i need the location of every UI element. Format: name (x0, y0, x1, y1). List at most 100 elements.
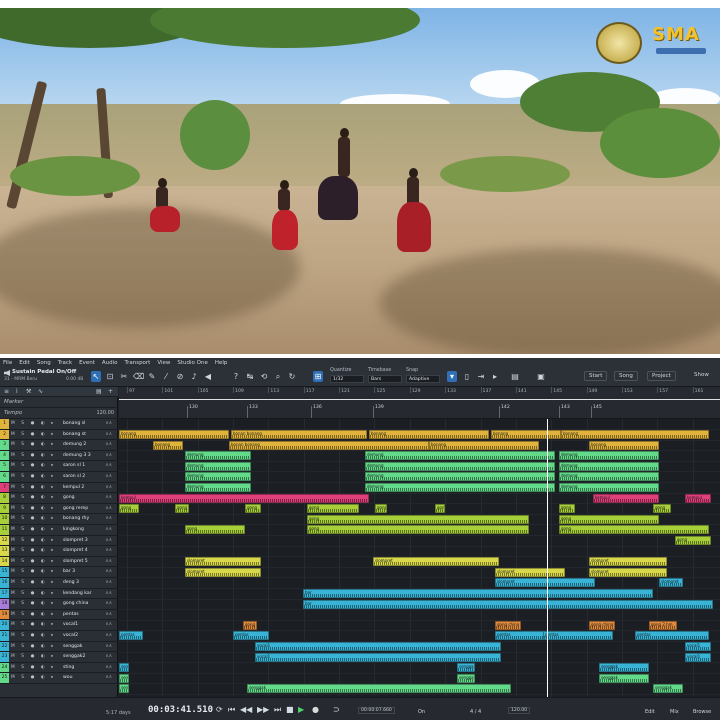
pre-roll-icon[interactable]: ▯ (462, 371, 472, 382)
arrow-tool-icon[interactable]: ↖ (91, 371, 101, 382)
audio-clip[interactable]: pentas (635, 631, 709, 641)
marker-flag[interactable]: 143 (559, 405, 570, 418)
audio-clip[interactable]: bonang (119, 430, 229, 439)
audio-clip[interactable]: senggak (599, 663, 649, 673)
track-name[interactable]: wou (63, 675, 72, 680)
audio-clip[interactable]: vocal1 (685, 642, 711, 651)
audio-clip[interactable]: bar (303, 599, 713, 609)
audio-clip[interactable]: gong (307, 525, 529, 535)
automation-icon[interactable]: ∧∧ (105, 633, 112, 638)
timebase-field[interactable]: Timebase Bars (368, 368, 402, 383)
marker-track[interactable]: Marker (0, 397, 118, 408)
track-controls[interactable]: M S ● ◐ ▸ (11, 463, 56, 468)
automation-icon[interactable]: ∧∧ (105, 675, 112, 680)
bend-tool-icon[interactable]: ⁄ (161, 371, 171, 382)
automation-icon[interactable]: ∧∧ (105, 506, 112, 511)
automation-icon[interactable]: ∧∧ (105, 622, 112, 627)
marker-flag[interactable]: 130 (187, 405, 198, 418)
audio-clip[interactable]: slompret (659, 578, 683, 588)
track-name[interactable]: vocal1 (63, 622, 78, 627)
automation-icon[interactable]: ∧∧ (105, 463, 112, 468)
track-name[interactable]: bonang sl (63, 421, 85, 426)
automation-icon[interactable]: ∧∧ (105, 665, 112, 670)
audio-clip[interactable]: slompret (495, 578, 595, 588)
audio-clip[interactable]: demung (185, 451, 251, 461)
track-controls[interactable]: M S ● ◐ ▸ (11, 644, 56, 649)
split-tool-icon[interactable]: ✂ (119, 371, 129, 382)
track-controls[interactable]: M S ● ◐ ▸ (11, 622, 56, 627)
instrument-info[interactable]: Sustain Pedal On/Off 31 - MRM Beru 0.00 … (2, 369, 86, 385)
track-row[interactable]: 13 M S ● ◐ ▸ slompret 4 ∧∧ (0, 546, 118, 557)
menu-audio[interactable]: Audio (102, 360, 118, 366)
add-track-icon[interactable]: + (108, 388, 113, 395)
track-name[interactable]: gong (63, 495, 75, 500)
audio-clip[interactable]: demung (365, 461, 555, 471)
automation-icon[interactable]: ∧∧ (105, 516, 112, 521)
audio-clip[interactable]: pentas (495, 631, 545, 641)
automation-icon[interactable]: ∧∧ (105, 442, 112, 447)
audio-clip[interactable]: senggak (599, 673, 649, 683)
track-row[interactable]: 6M S ● ◐ ▸ saron sl 2 ∧∧ (0, 472, 118, 483)
track-controls[interactable]: M S ● ◐ ▸ (11, 485, 56, 490)
automation-icon[interactable]: ∿ (38, 388, 43, 395)
track-name[interactable]: senggak2 (63, 654, 85, 659)
track-controls[interactable]: M S ● ◐ ▸ (11, 675, 56, 680)
scratch-icon[interactable]: ▸ (490, 371, 500, 382)
audio-clip[interactable]: bonang (561, 430, 709, 439)
track-row[interactable]: 10 M S ● ◐ ▸ bonang rhy ∧∧ (0, 514, 118, 525)
menu-edit[interactable]: Edit (19, 360, 30, 366)
audio-clip[interactable]: gong (559, 514, 659, 524)
track-name[interactable]: sting (63, 665, 74, 670)
audio-clip[interactable]: kempul (593, 493, 659, 503)
audio-clip[interactable]: gong (375, 504, 387, 514)
audio-clip[interactable]: senggak (457, 663, 475, 673)
track-row[interactable]: 19 M S ● ◐ ▸ pentas ∧∧ (0, 609, 118, 621)
automation-icon[interactable]: ∧∧ (105, 527, 112, 532)
track-row[interactable]: 2M S ● ◐ ▸ bonang st ∧∧ (0, 429, 118, 441)
audio-clip[interactable]: vocal1 (255, 652, 501, 662)
automation-icon[interactable]: ∧∧ (105, 548, 112, 553)
track-row[interactable]: 16 M S ● ◐ ▸ deng 3 ∧∧ (0, 578, 118, 589)
metronome-icon[interactable]: ▾ (447, 371, 457, 382)
rewind-icon[interactable]: ◀◀ (240, 706, 252, 714)
audio-clip[interactable]: pentas (119, 631, 143, 641)
menu-transport[interactable]: Transport (125, 360, 151, 366)
track-row[interactable]: 9M S ● ◐ ▸ gong rerep ∧∧ (0, 503, 118, 515)
track-row[interactable]: 1M S ● ◐ ▸ bonang sl ∧∧ (0, 419, 118, 430)
automation-icon[interactable]: ∧∧ (105, 421, 112, 426)
automation-icon[interactable]: ∧∧ (105, 538, 112, 543)
audio-clip[interactable]: gong (307, 514, 529, 524)
audio-clip[interactable]: gong 2.hm (649, 620, 677, 630)
autoscroll-icon[interactable]: ↹ (245, 371, 255, 382)
track-controls[interactable]: M S ● ◐ ▸ (11, 527, 56, 532)
automation-icon[interactable]: ∧∧ (105, 495, 112, 500)
audio-clip[interactable]: senggak (119, 673, 129, 683)
automation-icon[interactable]: ∧∧ (105, 612, 112, 617)
audio-clip[interactable]: bar (303, 589, 653, 598)
speaker-tool-icon[interactable]: ◀ (203, 371, 213, 382)
marker-flag[interactable]: 139 (373, 405, 384, 418)
audio-clip[interactable]: slompret (589, 567, 667, 577)
automation-icon[interactable]: ∧∧ (105, 580, 112, 585)
audio-clip[interactable]: vocal1 (255, 642, 501, 651)
track-name[interactable]: bonang rhy (63, 516, 89, 521)
eraser-tool-icon[interactable]: ⌫ (133, 371, 144, 382)
audio-clip[interactable]: bonan bonang (229, 440, 429, 450)
audio-clip[interactable]: demung (365, 472, 555, 482)
audio-clip[interactable]: demung (185, 461, 251, 471)
audio-clip[interactable]: slompret (185, 567, 261, 577)
audio-clip[interactable]: demung (365, 483, 555, 492)
track-controls[interactable]: M S ● ◐ ▸ (11, 538, 56, 543)
track-name[interactable]: bonang st (63, 432, 86, 437)
track-controls[interactable]: M S ● ◐ ▸ (11, 633, 56, 638)
marker-flag[interactable]: 142 (499, 405, 510, 418)
snap-field[interactable]: Snap Adaptive (406, 368, 440, 383)
automation-icon[interactable]: ∧∧ (105, 654, 112, 659)
record-icon[interactable]: ● (312, 706, 319, 714)
audio-clip[interactable]: demung (559, 451, 659, 461)
quantize-field[interactable]: Quantize 1/32 (330, 368, 364, 383)
menu-file[interactable]: File (3, 360, 12, 366)
track-name[interactable]: kempul 2 (63, 485, 84, 490)
audio-clip[interactable]: gong (653, 504, 671, 514)
loop-follow-icon[interactable]: ⟲ (259, 371, 269, 382)
